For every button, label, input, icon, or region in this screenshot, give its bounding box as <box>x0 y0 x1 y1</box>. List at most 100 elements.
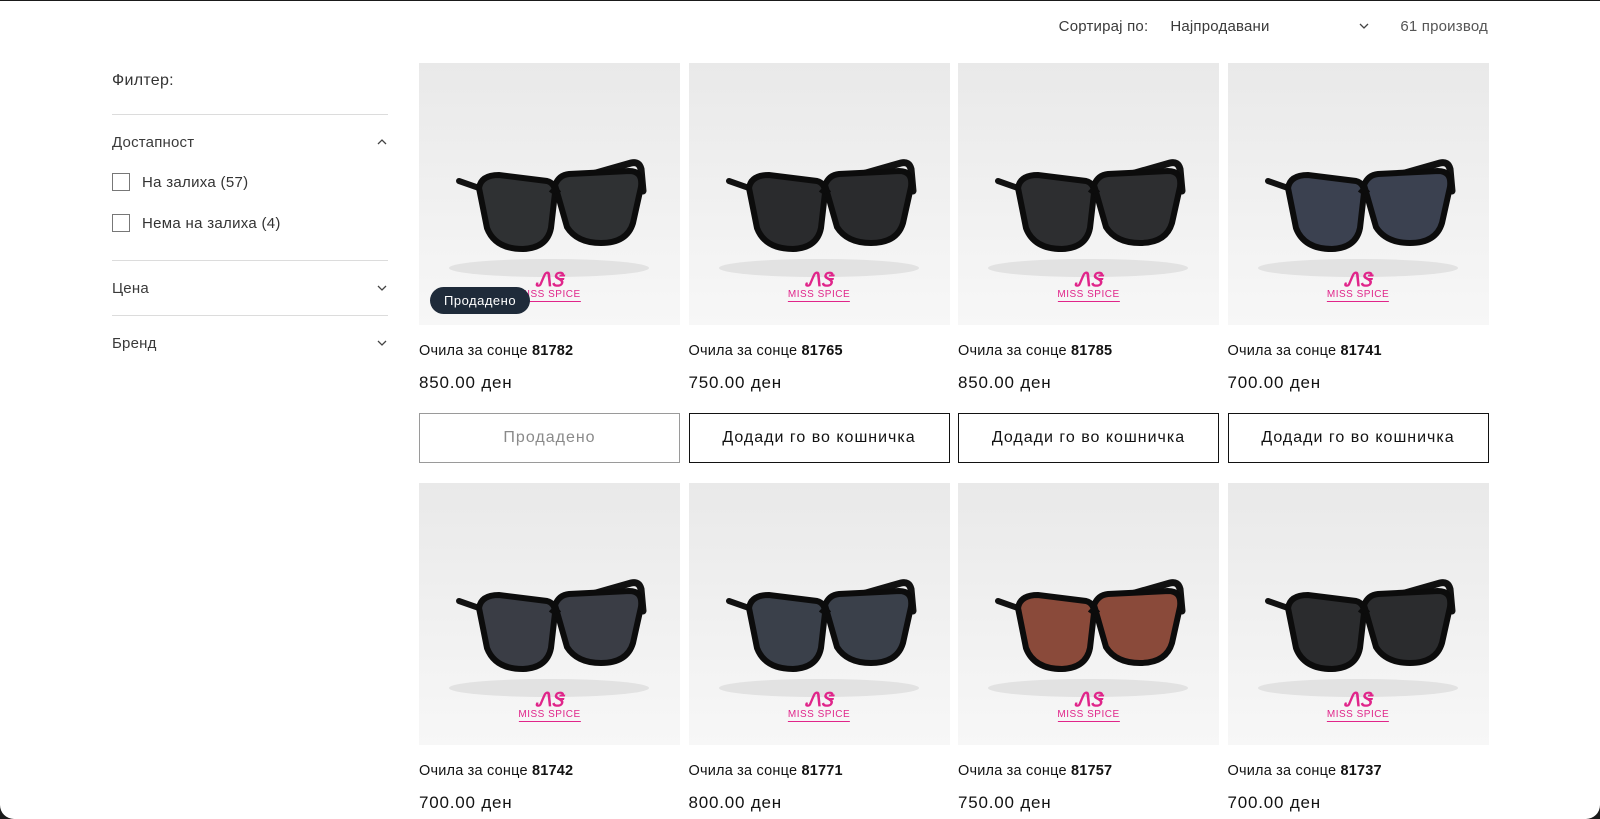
brand-logo: ᏁᏕ MISS SPICE <box>1057 689 1120 722</box>
sold-out-button[interactable]: Продадено <box>419 413 680 463</box>
product-image[interactable]: ᏁᏕ MISS SPICE <box>958 483 1219 745</box>
brand-name: MISS SPICE <box>518 709 581 722</box>
chevron-down-icon <box>377 340 387 346</box>
product-image[interactable]: ᏁᏕ MISS SPICE <box>958 63 1219 325</box>
chevron-down-icon <box>1359 23 1369 29</box>
product-card[interactable]: ᏁᏕ MISS SPICE Очила за сонце 81741 700.0… <box>1227 63 1489 463</box>
sort-selected-value: Најпродавани <box>1170 17 1270 35</box>
product-code: 81757 <box>1070 763 1113 779</box>
product-price: 700.00 ден <box>1227 373 1321 392</box>
chevron-down-icon <box>377 285 387 291</box>
filter-group-price-toggle[interactable]: Цена <box>112 261 388 315</box>
product-title-prefix: Очила за сонце <box>419 343 528 359</box>
product-price: 800.00 ден <box>688 793 782 812</box>
product-image[interactable]: ᏁᏕ MISS SPICE <box>1227 63 1489 325</box>
product-code: 81771 <box>801 763 843 779</box>
sort-label: Сортирај по: <box>1058 17 1149 35</box>
filter-group-availability-toggle[interactable]: Достапност <box>112 115 388 169</box>
brand-name: MISS SPICE <box>1326 289 1390 302</box>
filter-group-brand-toggle[interactable]: Бренд <box>112 316 388 370</box>
brand-logo: ᏁᏕ MISS SPICE <box>518 689 581 722</box>
product-title[interactable]: Очила за сонце 81741 <box>1228 343 1489 359</box>
product-title-prefix: Очила за сонце <box>958 763 1067 779</box>
brand-mark: ᏁᏕ <box>1344 269 1372 291</box>
product-title-prefix: Очила за сонце <box>1227 763 1337 779</box>
product-card[interactable]: ᏁᏕ MISS SPICE Очила за сонце 81737 700.0… <box>1227 483 1489 813</box>
brand-mark: ᏁᏕ <box>1074 269 1103 291</box>
brand-logo: ᏁᏕ MISS SPICE <box>1326 269 1390 302</box>
product-code: 81741 <box>1340 343 1382 359</box>
brand-name: MISS SPICE <box>787 289 851 302</box>
product-title[interactable]: Очила за сонце 81785 <box>958 343 1219 359</box>
product-price: 850.00 ден <box>419 373 513 392</box>
product-title-prefix: Очила за сонце <box>958 343 1067 359</box>
filter-option-out-of-stock[interactable]: Нема на залиха (4) <box>112 212 388 234</box>
filter-sidebar: Филтер: Достапност На залиха (57) Нема н… <box>112 65 388 370</box>
brand-mark: ᏁᏕ <box>535 689 564 711</box>
product-title-prefix: Очила за сонце <box>688 343 798 359</box>
checkbox[interactable] <box>112 173 130 191</box>
product-title[interactable]: Очила за сонце 81757 <box>958 763 1219 779</box>
product-image[interactable]: ᏁᏕ MISS SPICE <box>1227 483 1489 745</box>
product-title[interactable]: Очила за сонце 81742 <box>419 763 680 779</box>
product-price: 700.00 ден <box>1227 793 1321 812</box>
product-card[interactable]: ᏁᏕ MISS SPICE Очила за сонце 81785 850.0… <box>958 63 1219 463</box>
filter-group-price: Цена <box>112 261 388 316</box>
brand-name: MISS SPICE <box>787 709 851 722</box>
brand-logo: ᏁᏕ MISS SPICE <box>1057 269 1120 302</box>
product-title[interactable]: Очила за сонце 81782 <box>419 343 680 359</box>
filter-group-label: Цена <box>112 279 149 297</box>
product-card[interactable]: ᏁᏕ MISS SPICE Очила за сонце 81742 700.0… <box>419 483 680 813</box>
product-title-prefix: Очила за сонце <box>688 763 798 779</box>
product-title[interactable]: Очила за сонце 81737 <box>1228 763 1489 779</box>
product-price: 750.00 ден <box>688 373 782 392</box>
brand-mark: ᏁᏕ <box>1074 689 1103 711</box>
product-code: 81742 <box>531 763 574 779</box>
product-image[interactable]: ᏁᏕ MISS SPICE <box>688 63 950 325</box>
product-code: 81785 <box>1070 343 1113 359</box>
product-price: 750.00 ден <box>958 793 1052 812</box>
sort-select[interactable]: Најпродавани <box>1170 18 1370 35</box>
brand-logo: ᏁᏕ MISS SPICE <box>787 691 851 722</box>
product-title-prefix: Очила за сонце <box>419 763 528 779</box>
brand-logo: ᏁᏕ MISS SPICE <box>1326 689 1390 722</box>
product-price: 850.00 ден <box>958 373 1052 392</box>
product-title[interactable]: Очила за сонце 81771 <box>689 763 950 779</box>
product-image[interactable]: ᏁᏕ MISS SPICE <box>419 483 680 745</box>
brand-name: MISS SPICE <box>1326 709 1390 722</box>
brand-name: MISS SPICE <box>1057 709 1120 722</box>
product-code: 81737 <box>1340 763 1382 779</box>
filter-option-label: Нема на залиха (4) <box>142 214 281 232</box>
product-image[interactable]: ᏁᏕ MISS SPICE Продадено <box>419 63 680 325</box>
brand-mark: ᏁᏕ <box>805 269 833 291</box>
product-card[interactable]: ᏁᏕ MISS SPICE Продадено Очила за сонце 8… <box>419 63 680 463</box>
sold-out-badge: Продадено <box>430 287 531 314</box>
filter-option-label: На залиха (57) <box>142 173 249 191</box>
filter-option-in-stock[interactable]: На залиха (57) <box>112 171 388 193</box>
filter-title: Филтер: <box>112 65 388 115</box>
filter-group-availability: Достапност На залиха (57) Нема на залиха… <box>112 115 388 261</box>
filter-options: На залиха (57) Нема на залиха (4) <box>112 169 388 260</box>
product-price: 700.00 ден <box>419 793 513 812</box>
chevron-up-icon <box>377 139 387 145</box>
product-code: 81782 <box>531 343 574 359</box>
product-card[interactable]: ᏁᏕ MISS SPICE Очила за сонце 81757 750.0… <box>958 483 1219 813</box>
filter-group-label: Бренд <box>112 334 157 352</box>
add-to-cart-button[interactable]: Додади го во кошничка <box>688 413 950 463</box>
product-code: 81765 <box>801 343 843 359</box>
page: Сортирај по: Најпродавани 61 производ Фи… <box>0 1 1600 819</box>
product-image[interactable]: ᏁᏕ MISS SPICE <box>688 483 950 745</box>
add-to-cart-button[interactable]: Додади го во кошничка <box>958 413 1219 463</box>
filter-group-label: Достапност <box>112 133 195 151</box>
product-card[interactable]: ᏁᏕ MISS SPICE Очила за сонце 81765 750.0… <box>688 63 950 463</box>
product-count: 61 производ <box>1400 17 1488 35</box>
brand-mark: ᏁᏕ <box>1344 689 1372 711</box>
sort-bar: Сортирај по: Најпродавани 61 производ <box>1059 15 1488 37</box>
add-to-cart-button[interactable]: Додади го во кошничка <box>1227 413 1489 463</box>
filter-group-brand: Бренд <box>112 316 388 370</box>
product-title[interactable]: Очила за сонце 81765 <box>689 343 950 359</box>
product-card[interactable]: ᏁᏕ MISS SPICE Очила за сонце 81771 800.0… <box>688 483 950 813</box>
checkbox[interactable] <box>112 214 130 232</box>
brand-logo: ᏁᏕ MISS SPICE <box>787 269 851 302</box>
brand-name: MISS SPICE <box>1057 289 1120 302</box>
